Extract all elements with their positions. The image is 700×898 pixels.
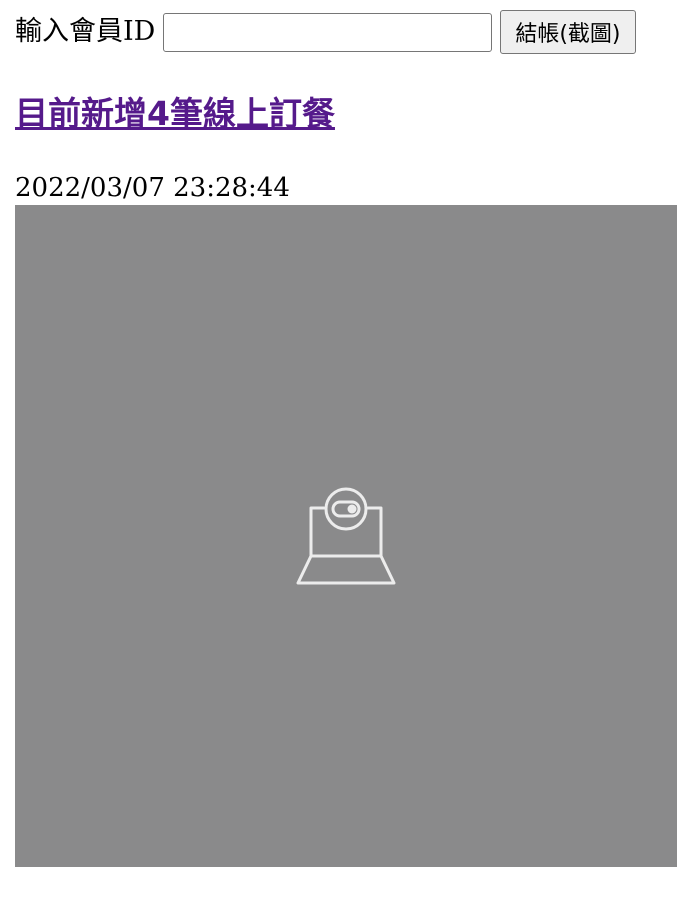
member-id-label: 輸入會員ID (15, 16, 156, 47)
member-id-input[interactable] (163, 12, 493, 52)
member-checkout-form: 輸入會員ID 結帳(截圖) (15, 9, 636, 55)
current-timestamp: 2022/03/07 23:28:44 (15, 173, 290, 203)
webcam-off-icon (296, 487, 396, 585)
new-online-orders-link[interactable]: 目前新增4筆線上訂餐 (15, 90, 335, 138)
camera-preview (15, 205, 677, 867)
checkout-screenshot-button[interactable]: 結帳(截圖) (500, 10, 636, 54)
